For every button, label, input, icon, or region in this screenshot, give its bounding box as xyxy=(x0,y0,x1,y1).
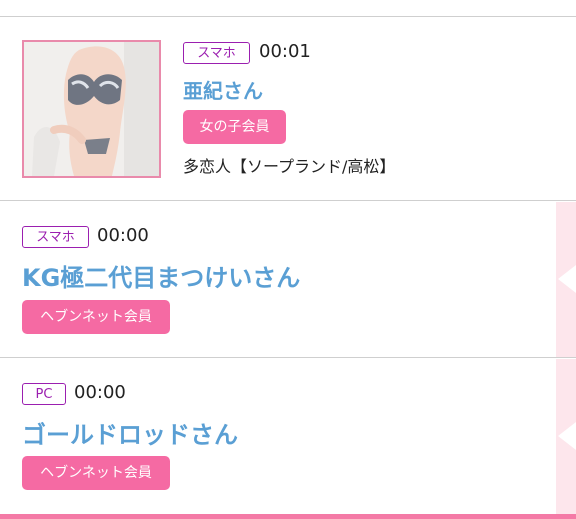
next-arrow-panel[interactable] xyxy=(556,202,576,357)
shop-name[interactable]: 多恋人【ソープランド/高松】 xyxy=(183,153,395,177)
chevron-left-icon xyxy=(558,265,576,293)
access-time: 00:00 xyxy=(97,225,149,246)
visitor-name-link[interactable]: ゴールドロッドさん xyxy=(22,415,238,450)
device-tag: スマホ xyxy=(183,42,250,64)
chevron-left-icon xyxy=(558,422,576,450)
photo-image xyxy=(24,42,159,176)
row-divider xyxy=(0,357,576,358)
visitor-name-link[interactable]: KG極二代目まつけいさん xyxy=(22,258,300,293)
next-arrow-panel[interactable] xyxy=(556,359,576,514)
profile-photo[interactable] xyxy=(22,40,161,178)
visitor-row-2[interactable]: スマホ 00:00 KG極二代目まつけいさん ヘブンネット会員 xyxy=(0,202,576,357)
row-divider xyxy=(0,200,576,201)
access-time: 00:00 xyxy=(74,382,126,403)
visitor-row-1[interactable]: スマホ 00:01 亜紀さん 女の子会員 多恋人【ソープランド/高松】 xyxy=(0,17,576,200)
access-time: 00:01 xyxy=(259,41,311,62)
visitor-row-3[interactable]: PC 00:00 ゴールドロッドさん ヘブンネット会員 xyxy=(0,359,576,514)
bottom-accent-bar xyxy=(0,514,576,519)
member-badge: ヘブンネット会員 xyxy=(22,300,170,334)
member-badge: 女の子会員 xyxy=(183,110,286,144)
visitor-name-link[interactable]: 亜紀さん xyxy=(183,75,263,104)
device-tag: スマホ xyxy=(22,226,89,248)
device-tag: PC xyxy=(22,383,66,405)
member-badge: ヘブンネット会員 xyxy=(22,456,170,490)
